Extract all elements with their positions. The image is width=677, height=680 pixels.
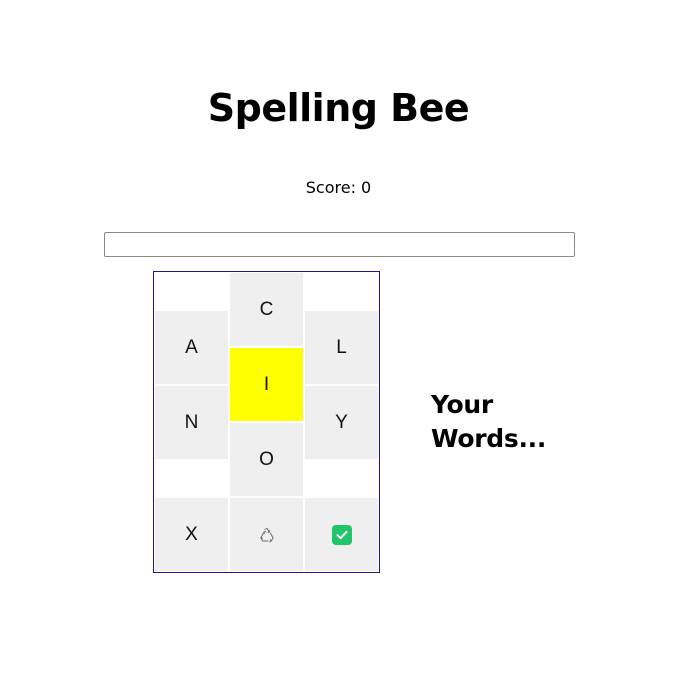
word-input[interactable] <box>104 232 575 257</box>
letter-tile-lower-right[interactable]: Y <box>305 386 378 459</box>
letter-tile-center[interactable]: I <box>230 348 303 421</box>
delete-button[interactable]: X <box>155 498 228 571</box>
spelling-bee-page: Spelling Bee Score: 0 C A L I N Y O X Yo… <box>0 0 677 680</box>
score-display: Score: 0 <box>305 178 372 197</box>
your-words-heading: Your Words... <box>431 388 631 456</box>
letter-tile-lower-left[interactable]: N <box>155 386 228 459</box>
shuffle-button[interactable] <box>230 498 303 571</box>
page-title: Spelling Bee <box>207 86 470 130</box>
letter-tile-label: O <box>259 448 274 470</box>
letter-tile-top[interactable]: C <box>230 273 303 346</box>
your-words-heading-line1: Your <box>431 390 493 419</box>
letter-tile-label: A <box>185 336 198 358</box>
letter-tile-bottom[interactable]: O <box>230 423 303 496</box>
letter-tile-label: N <box>184 411 199 433</box>
letter-tile-upper-left[interactable]: A <box>155 311 228 384</box>
letter-tile-label: Y <box>335 411 348 433</box>
letter-board: C A L I N Y O X <box>153 271 380 573</box>
your-words-heading-line2: Words... <box>431 424 547 453</box>
delete-button-label: X <box>185 523 198 545</box>
recycle-icon <box>259 527 274 542</box>
letter-tile-label: L <box>336 336 347 358</box>
checkmark-icon <box>331 524 352 545</box>
submit-button[interactable] <box>305 498 378 571</box>
letter-tile-label: C <box>259 298 274 320</box>
letter-tile-label: I <box>263 373 270 395</box>
letter-tile-upper-right[interactable]: L <box>305 311 378 384</box>
